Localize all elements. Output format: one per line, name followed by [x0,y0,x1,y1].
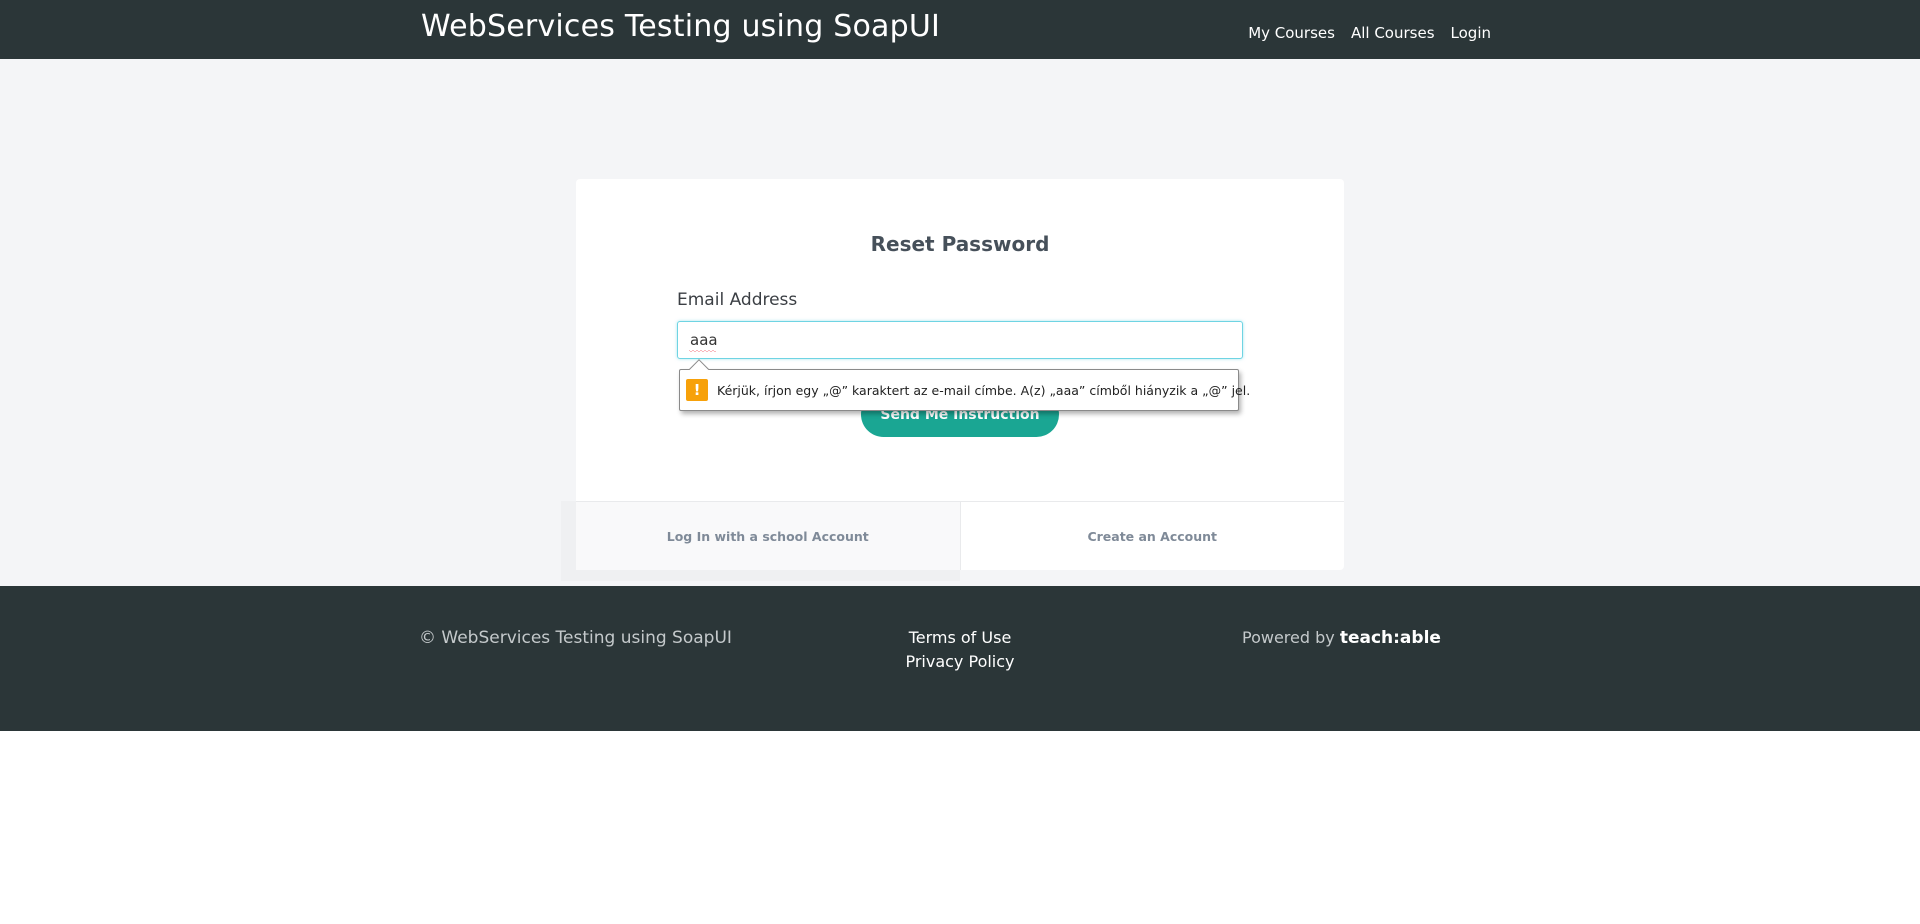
site-footer: © WebServices Testing using SoapUI Terms… [0,586,1920,731]
page-title: Reset Password [870,232,1050,256]
powered-by[interactable]: Powered by teach:able [1242,628,1441,648]
main-content: Reset Password Email Address Send Me Ins… [0,59,1920,586]
powered-by-label: Powered by [1242,628,1335,647]
nav-all-courses[interactable]: All Courses [1351,24,1435,42]
validation-tooltip: ! Kérjük, írjon egy „@” karaktert az e-m… [679,369,1250,411]
nav-login[interactable]: Login [1451,24,1491,42]
copyright-text: © WebServices Testing using SoapUI [419,628,732,648]
reset-password-card: Reset Password Email Address Send Me Ins… [576,179,1344,570]
terms-link[interactable]: Terms of Use [860,626,1060,650]
site-title[interactable]: WebServices Testing using SoapUI [421,9,940,44]
spellcheck-underline [689,350,716,353]
login-school-account-link[interactable]: Log In with a school Account [576,502,961,570]
email-label: Email Address [677,290,798,310]
privacy-link[interactable]: Privacy Policy [860,650,1060,674]
top-navbar: WebServices Testing using SoapUI My Cour… [0,0,1920,59]
teachable-logo: teach:able [1339,628,1441,648]
create-account-link[interactable]: Create an Account [961,502,1345,570]
nav-my-courses[interactable]: My Courses [1248,24,1335,42]
validation-message: Kérjük, írjon egy „@” karaktert az e-mai… [717,382,1251,398]
footer-links: Terms of Use Privacy Policy [860,626,1060,674]
card-footer: Log In with a school Account Create an A… [576,501,1344,570]
email-field[interactable] [677,321,1243,359]
main-nav: My Courses All Courses Login [1248,24,1491,42]
warning-icon: ! [686,379,708,401]
